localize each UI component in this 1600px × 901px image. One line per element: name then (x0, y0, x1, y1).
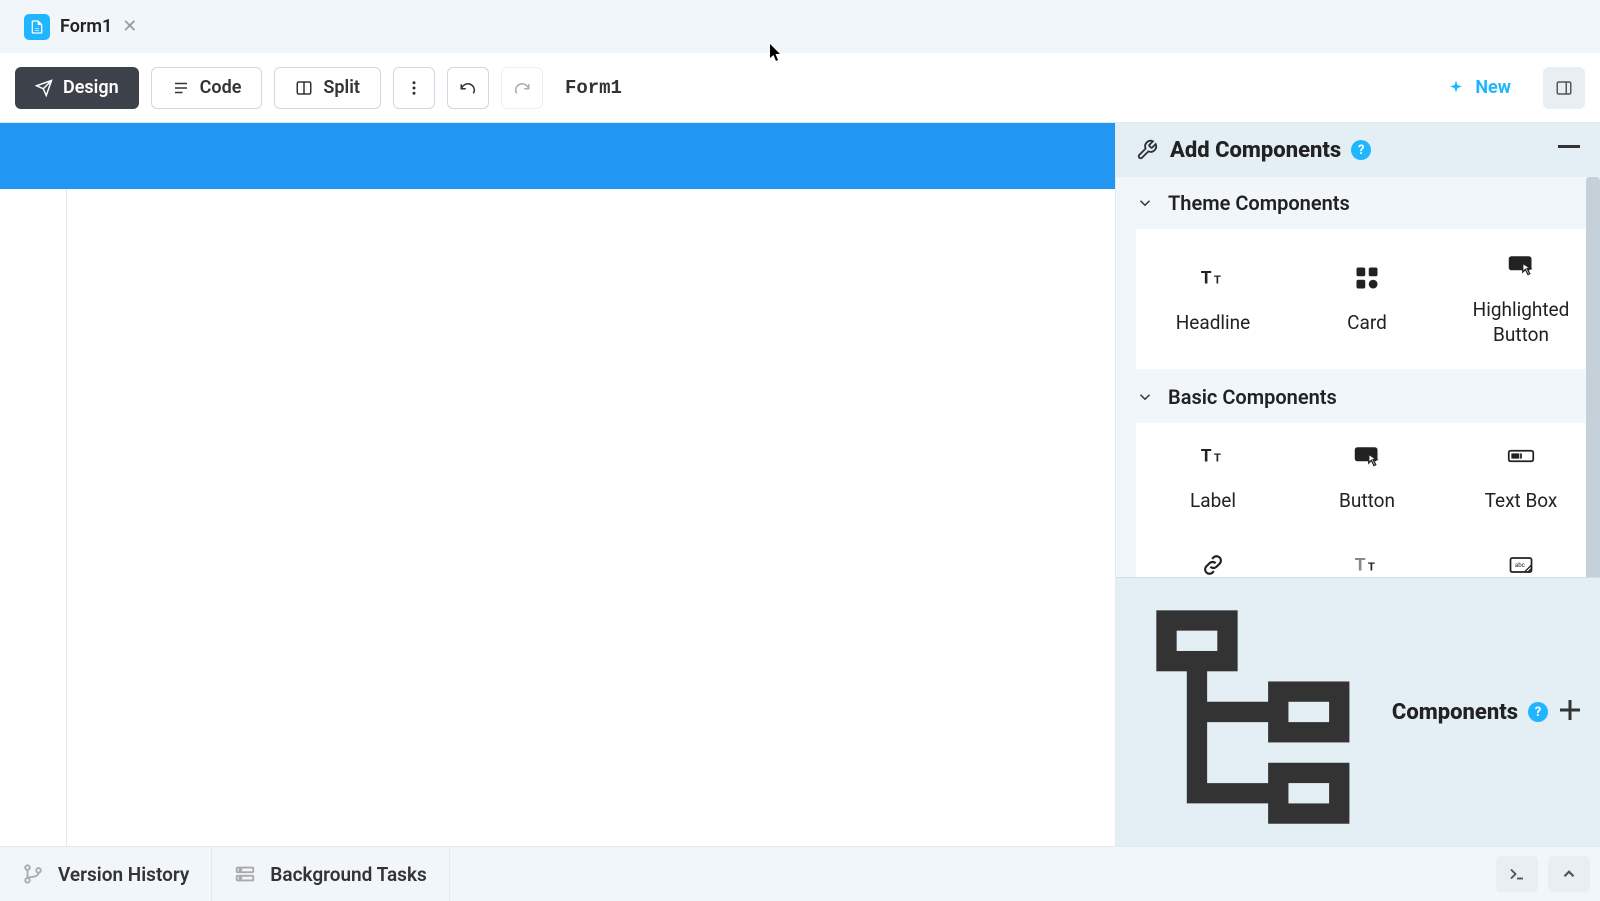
version-history-label: Version History (58, 863, 189, 886)
components-title: Components (1392, 700, 1518, 725)
scrollbar-thumb[interactable] (1586, 177, 1600, 577)
new-button[interactable]: New (1427, 67, 1531, 109)
split-button[interactable]: Split (274, 67, 381, 109)
component-headline[interactable]: TT Headline (1136, 229, 1290, 369)
bottom-bar: Version History Background Tasks (0, 846, 1600, 901)
textbox-icon (1506, 441, 1536, 471)
chevron-down-icon (1136, 194, 1154, 212)
component-label: Highlighted Button (1454, 298, 1588, 347)
theme-components-section[interactable]: Theme Components (1116, 177, 1600, 229)
form-icon (24, 14, 50, 40)
component-label: Text Box (1485, 489, 1558, 514)
paper-plane-icon (35, 79, 53, 97)
minimize-icon[interactable] (1558, 135, 1580, 165)
component-button[interactable]: Button (1290, 423, 1444, 532)
highlighted-button-icon (1506, 250, 1536, 280)
canvas-header[interactable] (0, 123, 1115, 189)
wrench-icon (1136, 139, 1158, 161)
theme-components-grid: TT Headline Card Highlighted Button (1136, 229, 1598, 369)
component-label: Headline (1176, 311, 1251, 336)
toolbar: Design Code Split Form1 New (0, 53, 1600, 123)
link-icon (1198, 550, 1228, 577)
code-button[interactable]: Code (151, 67, 263, 109)
richtext-icon: TT (1352, 550, 1382, 577)
basic-components-grid: TT Label Button Text Box (1136, 423, 1598, 577)
component-label: Button (1339, 489, 1395, 514)
design-button[interactable]: Design (15, 67, 139, 109)
label-icon: TT (1198, 441, 1228, 471)
add-components-header[interactable]: Add Components ? (1116, 123, 1600, 177)
svg-text:T: T (1355, 555, 1366, 575)
console-icon (1506, 865, 1528, 883)
svg-text:T: T (1201, 268, 1212, 288)
component-textbox[interactable]: Text Box (1444, 423, 1598, 532)
undo-button[interactable] (447, 67, 489, 109)
redo-button[interactable] (501, 67, 543, 109)
card-icon (1352, 263, 1382, 293)
code-label: Code (200, 77, 242, 98)
help-badge[interactable]: ? (1351, 140, 1371, 160)
more-button[interactable] (393, 67, 435, 109)
textarea-icon: abc (1506, 550, 1536, 577)
split-icon (295, 79, 313, 97)
list-icon (172, 79, 190, 97)
kebab-icon (405, 79, 423, 97)
redo-icon (513, 79, 531, 97)
component-label: Card (1347, 311, 1387, 336)
component-richtext[interactable]: TT Rich Text (1290, 532, 1444, 577)
main-area: Add Components ? Theme Components TT Hea… (0, 123, 1600, 846)
basic-components-section[interactable]: Basic Components (1116, 371, 1600, 423)
background-tasks-button[interactable]: Background Tasks (212, 847, 449, 901)
tree-icon (1136, 590, 1380, 834)
help-badge[interactable]: ? (1528, 702, 1548, 722)
svg-text:T: T (1201, 446, 1212, 466)
svg-text:abc: abc (1515, 561, 1525, 568)
panel-content: Theme Components TT Headline Card (1116, 177, 1600, 577)
svg-text:T: T (1368, 559, 1375, 573)
component-card[interactable]: Card (1290, 229, 1444, 369)
form-name-label: Form1 (565, 77, 622, 99)
add-components-title: Add Components (1170, 138, 1341, 163)
close-icon[interactable]: ✕ (122, 16, 137, 37)
svg-text:T: T (1214, 272, 1221, 286)
tab-title: Form1 (60, 16, 112, 37)
console-button[interactable] (1496, 856, 1538, 892)
tasks-icon (234, 863, 256, 885)
tab-form1[interactable]: Form1 ✕ (10, 0, 151, 53)
sparkle-icon (1447, 79, 1465, 97)
design-label: Design (63, 77, 119, 98)
undo-icon (459, 79, 477, 97)
right-panel: Add Components ? Theme Components TT Hea… (1115, 123, 1600, 846)
split-label: Split (323, 77, 360, 98)
button-icon (1352, 441, 1382, 471)
svg-text:T: T (1214, 450, 1221, 464)
component-highlighted-button[interactable]: Highlighted Button (1444, 229, 1598, 369)
expand-button[interactable] (1548, 856, 1590, 892)
basic-section-title: Basic Components (1168, 385, 1337, 409)
new-label: New (1475, 77, 1511, 98)
theme-section-title: Theme Components (1168, 191, 1350, 215)
headline-icon: TT (1198, 263, 1228, 293)
component-label: Label (1190, 489, 1236, 514)
component-label[interactable]: TT Label (1136, 423, 1290, 532)
branch-icon (22, 863, 44, 885)
version-history-button[interactable]: Version History (0, 847, 212, 901)
panel-icon (1555, 79, 1573, 97)
chevron-down-icon (1136, 388, 1154, 406)
tab-bar: Form1 ✕ (0, 0, 1600, 53)
design-canvas[interactable] (0, 123, 1115, 846)
canvas-body[interactable] (66, 189, 1115, 846)
component-textarea[interactable]: abc Text Area (1444, 532, 1598, 577)
chevron-up-icon (1560, 865, 1578, 883)
scrollbar[interactable] (1586, 177, 1600, 577)
background-tasks-label: Background Tasks (270, 863, 426, 886)
component-link[interactable]: Link (1136, 532, 1290, 577)
panel-toggle-button[interactable] (1543, 67, 1585, 109)
plus-icon[interactable] (1560, 697, 1580, 727)
components-panel-header[interactable]: Components ? (1116, 577, 1600, 846)
